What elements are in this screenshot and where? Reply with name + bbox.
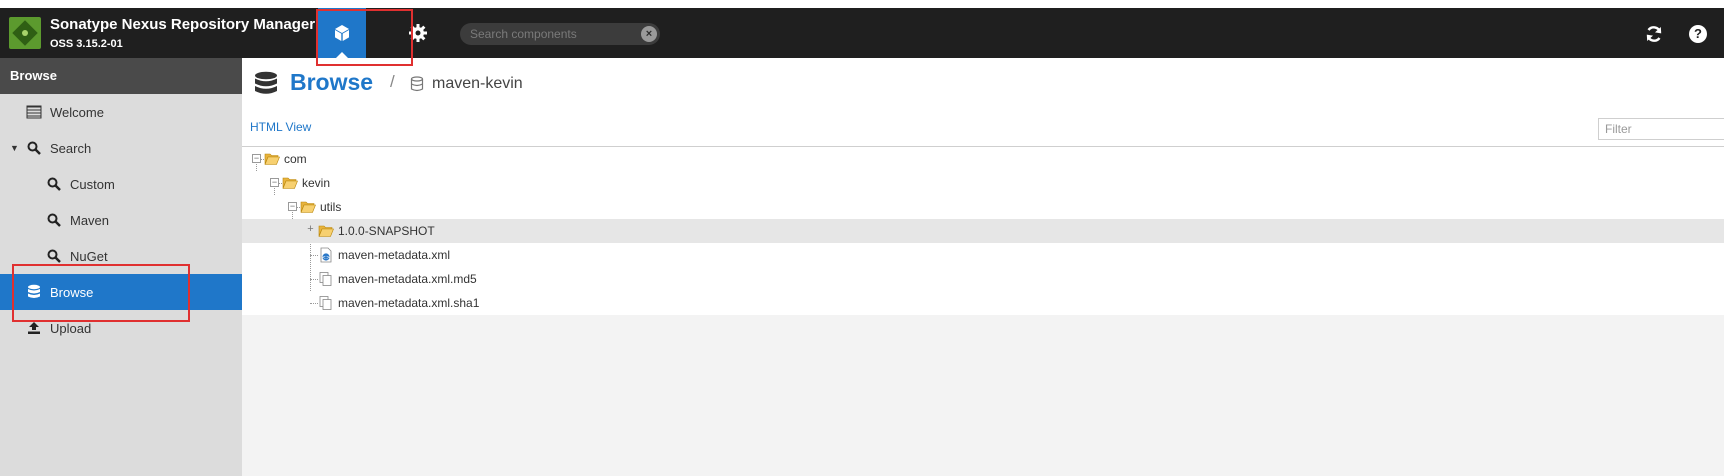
database-icon [26, 284, 42, 300]
folder-open-icon [300, 201, 316, 213]
breadcrumb-separator: / [390, 72, 395, 91]
tree-node-label: maven-metadata.xml.md5 [338, 272, 477, 286]
cube-icon [335, 25, 349, 41]
folder-open-icon [318, 225, 334, 237]
sidebar-title: Browse [0, 58, 242, 94]
page-title: Browse [290, 69, 374, 95]
browse-mode-button[interactable] [318, 8, 366, 58]
list-icon [26, 104, 42, 120]
tree-node-label: maven-metadata.xml [338, 248, 451, 262]
database-icon [254, 71, 278, 100]
upload-icon [26, 320, 42, 336]
search-icon [46, 176, 62, 192]
tree-node-snapshot[interactable]: + 1.0.0-SNAPSHOT [242, 219, 1724, 243]
tree-node-label: utils [320, 200, 342, 214]
tree-node-com[interactable]: − com [242, 147, 1724, 171]
tree-node-label: maven-metadata.xml.sha1 [338, 296, 480, 310]
sidebar-item-browse[interactable]: Browse [0, 274, 242, 310]
sidebar-item-label: Custom [70, 176, 115, 192]
sidebar-item-nuget[interactable]: NuGet [0, 238, 242, 274]
folder-open-icon [282, 177, 298, 189]
collapse-toggle-icon[interactable]: − [252, 154, 261, 163]
tree-node-utils[interactable]: − utils [242, 195, 1724, 219]
refresh-icon [1646, 26, 1662, 42]
tree-node-metadata-xml[interactable]: <> maven-metadata.xml [242, 243, 1724, 267]
top-strip [0, 0, 1724, 8]
sidebar-item-label: NuGet [70, 248, 108, 264]
search-icon [26, 140, 42, 156]
sidebar: Browse Welcome ▼ Search Custom Maven NuG… [0, 58, 242, 476]
sidebar-item-upload[interactable]: Upload [0, 310, 242, 346]
caret-down-icon[interactable]: ▼ [10, 143, 20, 153]
page-header: Browse / maven-kevin [242, 58, 1724, 108]
nexus-logo [9, 17, 41, 49]
xml-file-icon: <> [320, 247, 332, 263]
collapse-toggle-icon[interactable]: − [288, 202, 297, 211]
sidebar-item-label: Upload [50, 320, 92, 336]
tree-node-metadata-md5[interactable]: maven-metadata.xml.md5 [242, 267, 1724, 291]
admin-mode-button[interactable] [404, 19, 432, 47]
app-version: OSS 3.15.2-01 [50, 38, 123, 50]
help-button[interactable]: ? [1686, 22, 1710, 46]
clear-search-icon[interactable]: × [641, 26, 657, 42]
search-components-input[interactable] [460, 23, 660, 45]
file-icon [319, 296, 332, 310]
tree-node-metadata-sha1[interactable]: maven-metadata.xml.sha1 [242, 291, 1724, 315]
search-icon [46, 248, 62, 264]
collapse-toggle-icon[interactable]: − [270, 178, 279, 187]
filter-input[interactable] [1598, 118, 1724, 140]
svg-text:<>: <> [322, 255, 330, 261]
html-view-link[interactable]: HTML View [250, 120, 311, 134]
app-header: Sonatype Nexus Repository Manager OSS 3.… [0, 8, 1724, 58]
refresh-button[interactable] [1642, 22, 1666, 46]
tree-node-label: com [284, 152, 307, 166]
expand-toggle-icon[interactable]: + [306, 224, 315, 235]
sidebar-item-maven[interactable]: Maven [0, 202, 242, 238]
sidebar-item-welcome[interactable]: Welcome [0, 94, 242, 130]
sidebar-item-label: Browse [50, 284, 94, 300]
sidebar-item-label: Search [50, 140, 92, 156]
file-icon [319, 272, 332, 286]
sidebar-item-search[interactable]: ▼ Search [0, 130, 242, 166]
folder-open-icon [264, 153, 280, 165]
tree-node-kevin[interactable]: − kevin [242, 171, 1724, 195]
tree-node-label: 1.0.0-SNAPSHOT [338, 224, 435, 238]
component-tree: − com − kevin − utils + 1.0.0-SNAPSHOT <… [242, 147, 1724, 315]
browse-toolbar: HTML View [242, 108, 1724, 147]
gear-icon [409, 24, 427, 42]
sidebar-item-label: Welcome [50, 104, 104, 120]
repository-icon [410, 76, 424, 95]
tree-node-label: kevin [302, 176, 331, 190]
search-icon [46, 212, 62, 228]
sidebar-item-custom[interactable]: Custom [0, 166, 242, 202]
help-icon: ? [1689, 25, 1707, 43]
main-content: Browse / maven-kevin HTML View − [242, 58, 1724, 476]
sidebar-item-label: Maven [70, 212, 110, 228]
breadcrumb-repository[interactable]: maven-kevin [432, 75, 523, 93]
app-title: Sonatype Nexus Repository Manager [50, 16, 316, 33]
